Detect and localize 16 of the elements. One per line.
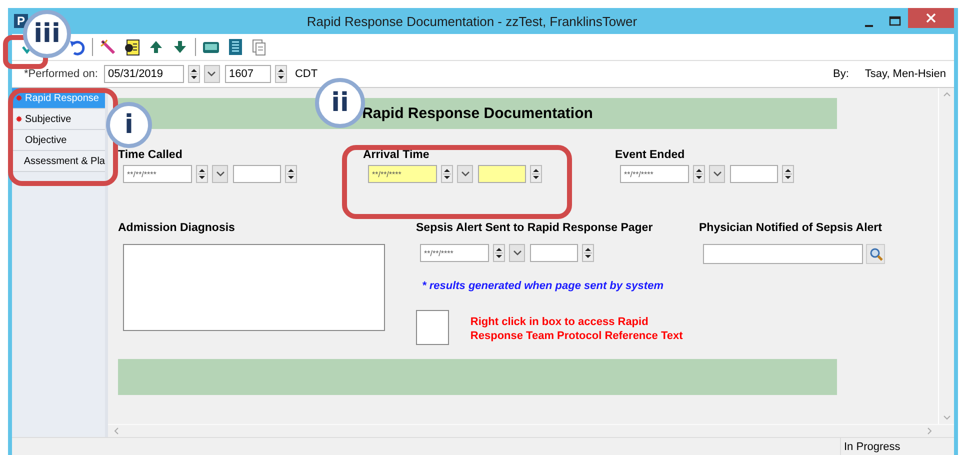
field-label: Time Called bbox=[118, 149, 182, 163]
by-label: By: bbox=[832, 68, 849, 80]
timezone-label: CDT bbox=[294, 68, 318, 80]
form-title: Rapid Response Documentation bbox=[362, 105, 593, 122]
user-name: Tsay, Men-Hsien bbox=[864, 68, 946, 80]
window-title: Rapid Response Documentation - zzTest, FranklinsTower bbox=[306, 14, 638, 28]
field-label: *Performed on: bbox=[24, 68, 98, 80]
field-label: Event Ended bbox=[615, 149, 685, 163]
field-label: Physician Notified of Sepsis Alert bbox=[699, 222, 882, 236]
field-label: Arrival Time bbox=[363, 149, 430, 163]
app-icon: P bbox=[14, 14, 28, 28]
instruction-text: Right click in box to access Rapid Response Team Protocol Reference Text bbox=[470, 315, 684, 343]
status-text: In Progress bbox=[840, 438, 934, 455]
note-text: * results generated when page sent by system bbox=[422, 280, 664, 292]
field-label: Sepsis Alert Sent to Rapid Response Pager bbox=[416, 222, 653, 236]
field-label: Admission Diagnosis bbox=[118, 222, 235, 236]
